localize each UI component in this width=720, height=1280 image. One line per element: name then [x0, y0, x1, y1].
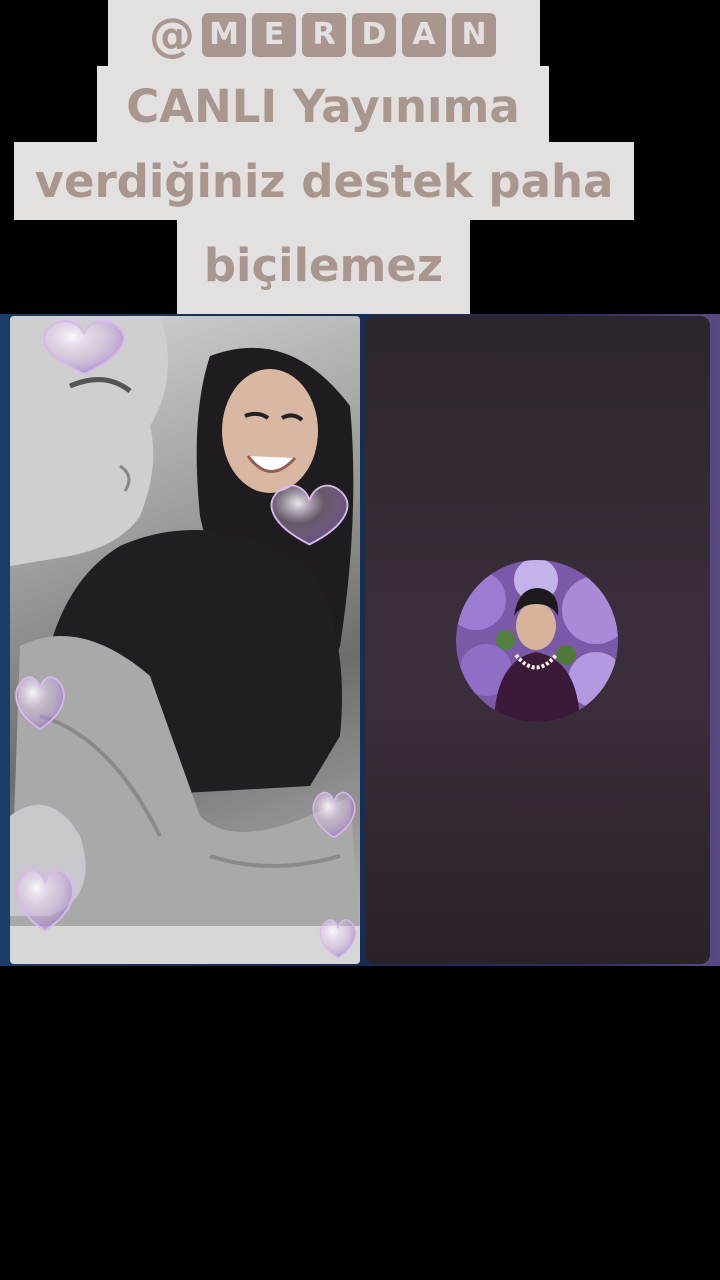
handle-letter: R: [302, 13, 346, 57]
caption-line-3: biçilemez: [177, 216, 470, 314]
bottom-empty-area: [0, 966, 720, 1280]
live-stage: [0, 314, 720, 966]
heart-bubble-icon: [15, 869, 75, 932]
caption-handle: @ M E R D A N: [108, 0, 540, 70]
guest-video-tile[interactable]: [365, 316, 710, 964]
caption-line-1: CANLI Yayınıma: [97, 66, 549, 146]
handle-letter: E: [252, 13, 296, 57]
heart-bubble-icon: [319, 919, 357, 959]
heart-bubble-icon: [43, 320, 125, 376]
guest-avatar-image: [456, 560, 618, 722]
handle-at-sign: @: [149, 8, 195, 62]
guest-avatar[interactable]: [456, 560, 618, 722]
handle-letter: N: [452, 13, 496, 57]
heart-bubble-icon: [15, 676, 65, 731]
handle-letter: M: [202, 13, 246, 57]
handle-letter: A: [402, 13, 446, 57]
host-video-tile[interactable]: [10, 316, 360, 964]
heart-bubble-icon: [270, 484, 349, 546]
handle-letter: D: [352, 13, 396, 57]
heart-bubble-icon: [312, 791, 356, 839]
caption-line-2: verdiğiniz destek paha: [14, 142, 634, 220]
